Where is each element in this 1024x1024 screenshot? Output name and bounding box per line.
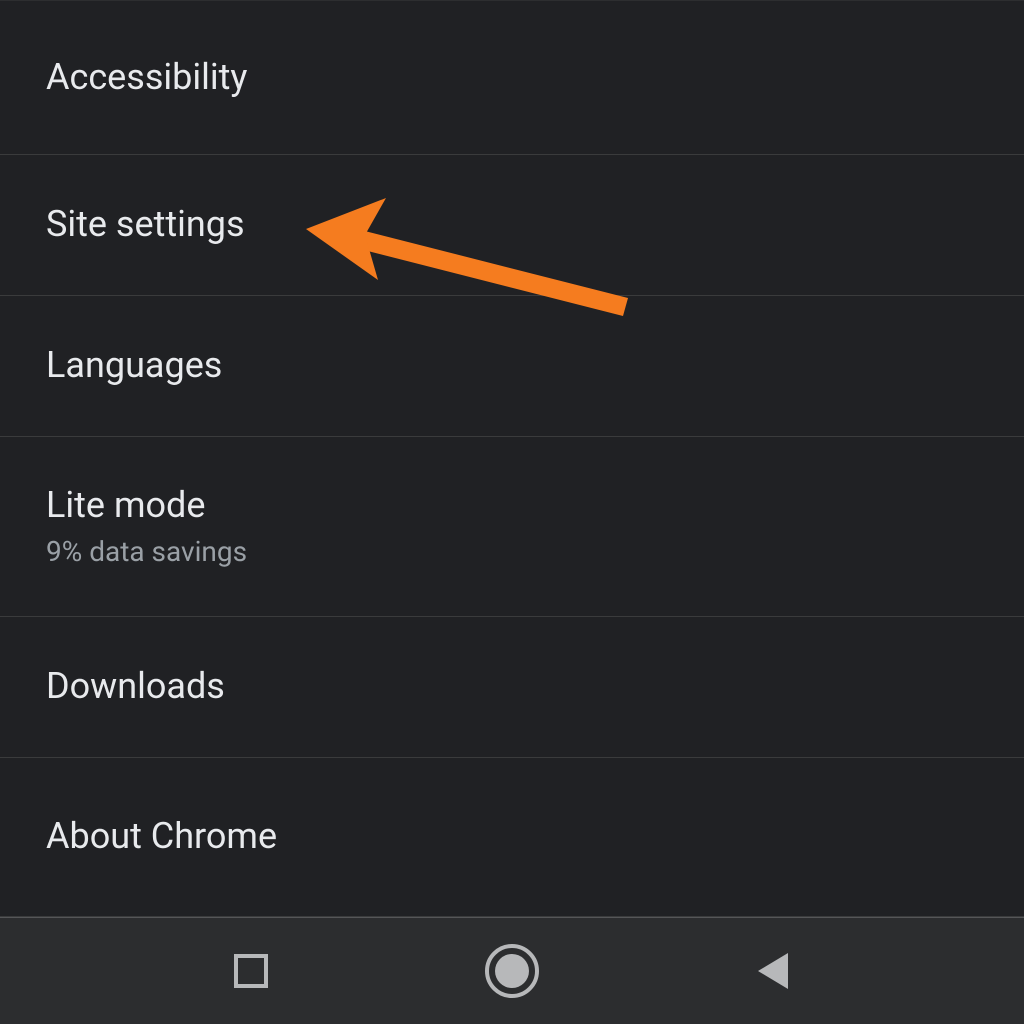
settings-item-downloads[interactable]: Downloads xyxy=(0,616,1024,757)
settings-list: Accessibility Site settings Languages Li… xyxy=(0,0,1024,917)
nav-back-button[interactable] xyxy=(745,943,801,999)
settings-item-about-chrome[interactable]: About Chrome xyxy=(0,757,1024,917)
settings-item-label: Lite mode xyxy=(46,484,978,527)
settings-item-label: Accessibility xyxy=(46,56,978,99)
nav-home-button[interactable] xyxy=(484,943,540,999)
settings-item-subtitle: 9% data savings xyxy=(46,535,978,569)
settings-item-label: Site settings xyxy=(46,203,978,246)
circle-icon xyxy=(485,944,539,998)
settings-item-label: About Chrome xyxy=(46,815,978,858)
settings-item-label: Downloads xyxy=(46,665,978,708)
android-nav-bar xyxy=(0,917,1024,1024)
back-triangle-icon xyxy=(758,953,788,989)
square-icon xyxy=(234,954,268,988)
nav-recent-button[interactable] xyxy=(223,943,279,999)
settings-item-languages[interactable]: Languages xyxy=(0,295,1024,436)
settings-item-label: Languages xyxy=(46,344,978,387)
settings-item-lite-mode[interactable]: Lite mode 9% data savings xyxy=(0,436,1024,616)
settings-item-site-settings[interactable]: Site settings xyxy=(0,154,1024,295)
settings-item-accessibility[interactable]: Accessibility xyxy=(0,0,1024,154)
